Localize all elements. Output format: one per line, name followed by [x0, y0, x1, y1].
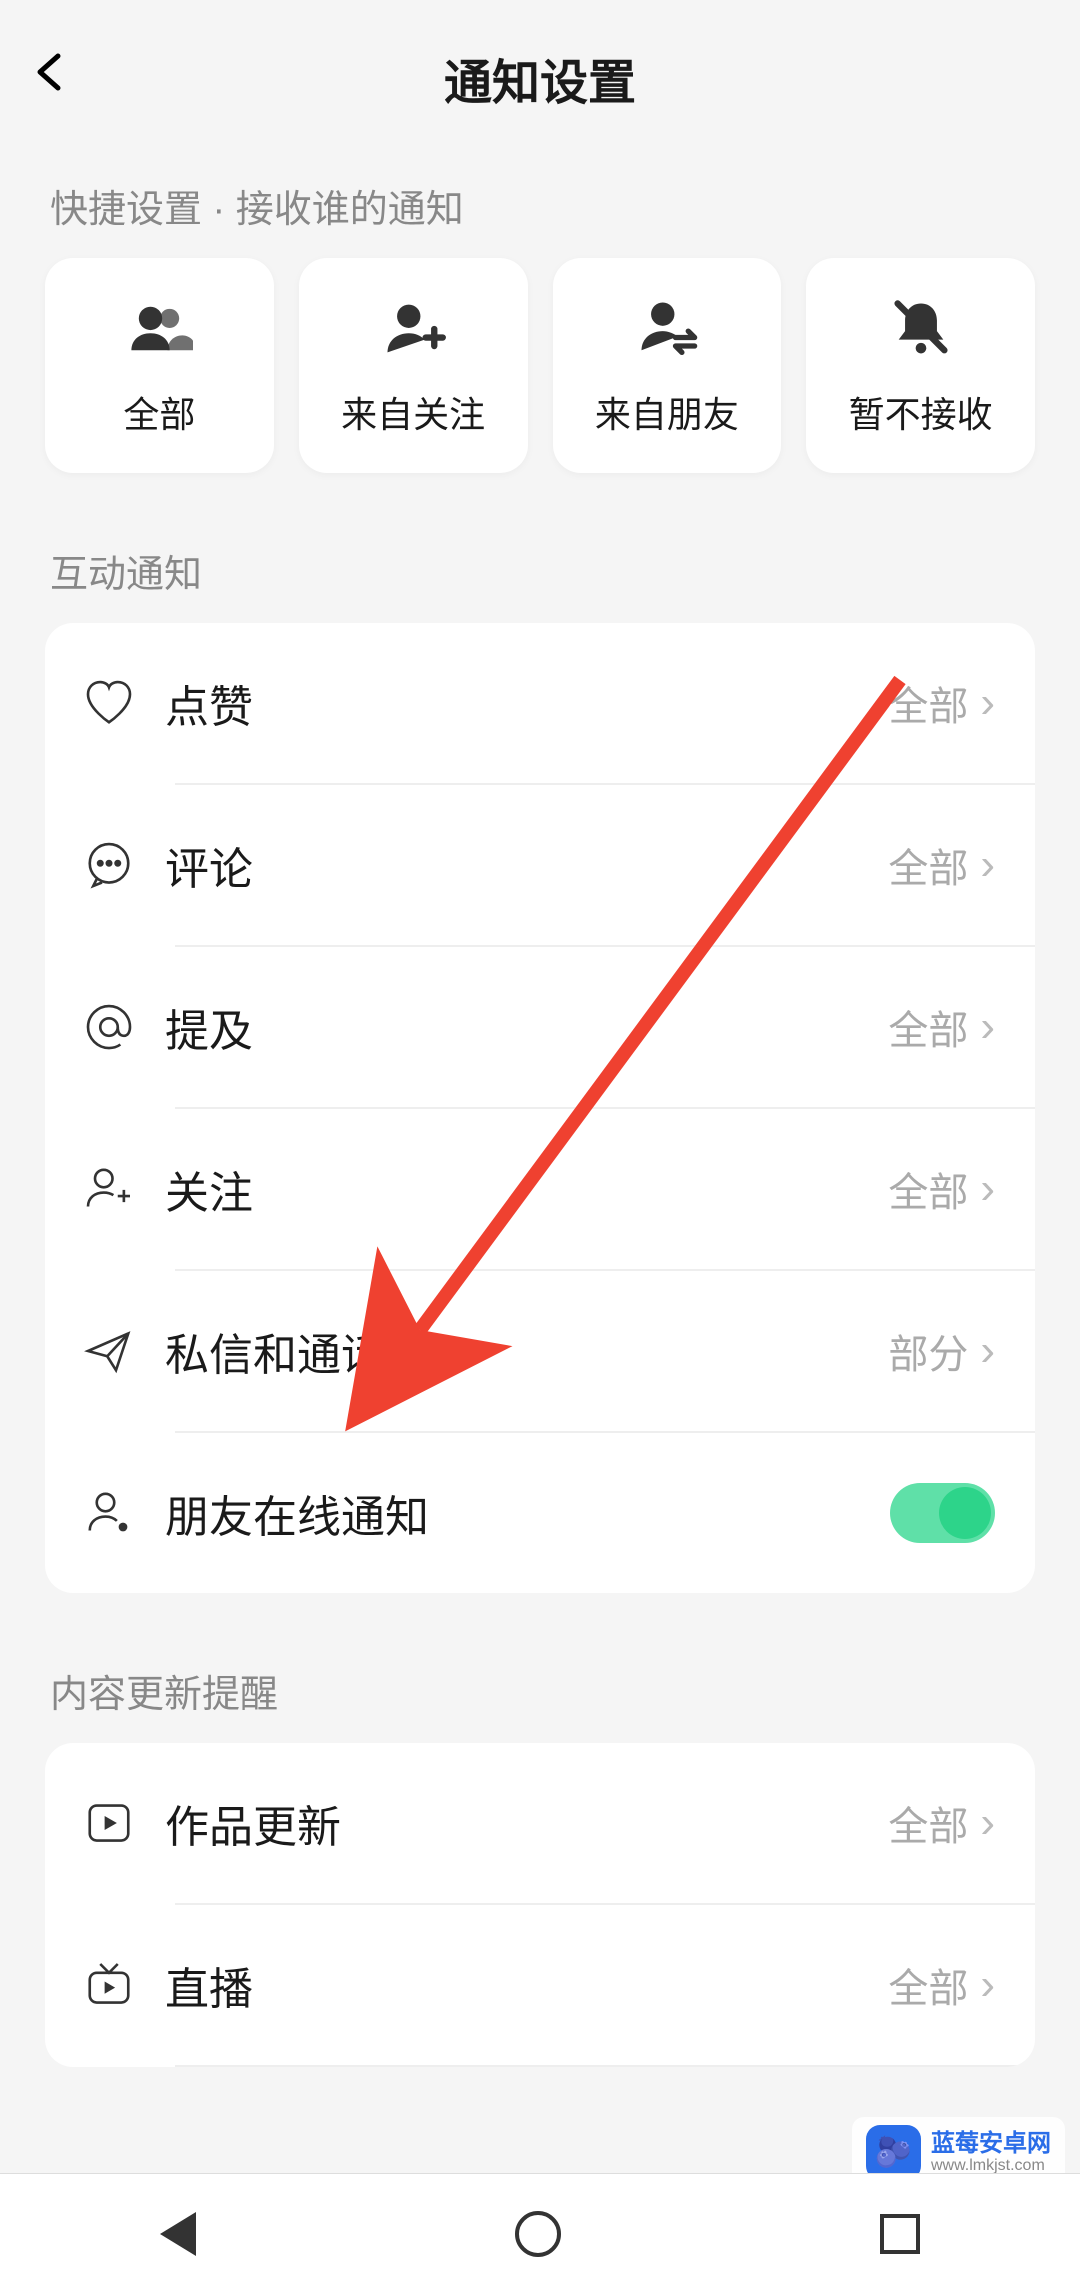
- chevron-right-icon: ›: [980, 1960, 995, 2010]
- quick-option-all[interactable]: 全部: [45, 258, 274, 473]
- item-label: 评论: [165, 833, 888, 897]
- item-live[interactable]: 直播 全部 ›: [45, 1905, 1035, 2065]
- bell-off-icon: [887, 294, 955, 364]
- quick-option-label: 来自朋友: [595, 386, 739, 438]
- tv-icon: [75, 1957, 165, 2013]
- watermark-title: 蓝莓安卓网: [931, 2131, 1051, 2157]
- item-friend-online[interactable]: 朋友在线通知: [45, 1433, 1035, 1593]
- chevron-right-icon: ›: [980, 678, 995, 728]
- quick-option-label: 来自关注: [341, 386, 485, 438]
- quick-option-label: 全部: [123, 386, 195, 438]
- item-value: 全部: [888, 674, 968, 732]
- item-label: 直播: [165, 1953, 888, 2017]
- item-value: 全部: [888, 1956, 968, 2014]
- item-label: 私信和通话: [165, 1319, 888, 1383]
- person-dot-icon: [75, 1485, 165, 1541]
- heart-icon: [75, 675, 165, 731]
- item-label: 关注: [165, 1157, 888, 1221]
- system-navbar: [0, 2173, 1080, 2293]
- nav-home-button[interactable]: [515, 2211, 561, 2257]
- item-follow[interactable]: 关注 全部 ›: [45, 1109, 1035, 1269]
- section-title-content: 内容更新提醒: [0, 1593, 1080, 1743]
- item-label: 朋友在线通知: [165, 1481, 890, 1545]
- quick-settings-row: 全部 来自关注 来自朋友 暂不接收: [0, 258, 1080, 473]
- quick-option-following[interactable]: 来自关注: [299, 258, 528, 473]
- send-icon: [75, 1323, 165, 1379]
- item-mention[interactable]: 提及 全部 ›: [45, 947, 1035, 1107]
- chevron-right-icon: ›: [980, 1164, 995, 1214]
- chevron-right-icon: ›: [980, 1326, 995, 1376]
- chevron-right-icon: ›: [980, 1002, 995, 1052]
- section-title-interaction: 互动通知: [0, 473, 1080, 623]
- chevron-right-icon: ›: [980, 840, 995, 890]
- item-value: 全部: [888, 836, 968, 894]
- nav-back-button[interactable]: [160, 2212, 196, 2256]
- chevron-right-icon: ›: [980, 1798, 995, 1848]
- page-header: 通知设置: [0, 18, 1080, 138]
- status-bar: [0, 0, 1080, 18]
- quick-option-label: 暂不接收: [849, 386, 993, 438]
- page-title: 通知设置: [30, 43, 1050, 113]
- content-list: 作品更新 全部 › 直播 全部 ›: [45, 1743, 1035, 2067]
- back-button[interactable]: [30, 44, 70, 113]
- item-label: 提及: [165, 995, 888, 1059]
- item-value: 全部: [888, 1160, 968, 1218]
- person-add-icon: [75, 1161, 165, 1217]
- watermark-icon: 🫐: [866, 2125, 921, 2180]
- watermark-url: www.lmkjst.com: [931, 2157, 1051, 2175]
- video-icon: [75, 1795, 165, 1851]
- nav-recent-button[interactable]: [880, 2214, 920, 2254]
- quick-settings-label: 快捷设置 · 接收谁的通知: [0, 138, 1080, 258]
- person-swap-icon: [633, 294, 701, 364]
- at-icon: [75, 999, 165, 1055]
- toggle-switch[interactable]: [890, 1483, 995, 1543]
- item-like[interactable]: 点赞 全部 ›: [45, 623, 1035, 783]
- item-label: 点赞: [165, 671, 888, 735]
- item-works-update[interactable]: 作品更新 全部 ›: [45, 1743, 1035, 1903]
- interaction-list: 点赞 全部 › 评论 全部 › 提及 全部 › 关注 全部 › 私信和通话 部分: [45, 623, 1035, 1593]
- item-comment[interactable]: 评论 全部 ›: [45, 785, 1035, 945]
- item-dm-call[interactable]: 私信和通话 部分 ›: [45, 1271, 1035, 1431]
- item-label: 作品更新: [165, 1791, 888, 1855]
- item-value: 全部: [888, 998, 968, 1056]
- comment-icon: [75, 837, 165, 893]
- people-icon: [125, 294, 193, 364]
- quick-option-friends[interactable]: 来自朋友: [553, 258, 782, 473]
- quick-option-none[interactable]: 暂不接收: [806, 258, 1035, 473]
- item-value: 全部: [888, 1794, 968, 1852]
- person-plus-icon: [379, 294, 447, 364]
- item-value: 部分: [888, 1322, 968, 1380]
